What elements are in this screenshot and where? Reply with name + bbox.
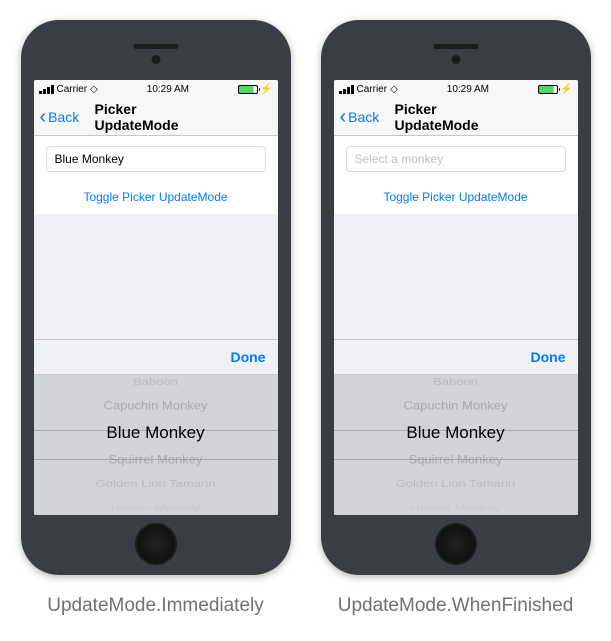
carrier-label: Carrier [357,84,388,95]
picker-item[interactable]: Squirrel Monkey [34,449,278,471]
content-area: Select a monkey Toggle Picker UpdateMode… [334,136,578,515]
picker-item[interactable]: Baboon [334,375,578,391]
screen-left: Carrier ◇ 10:29 AM ⚡ ‹ Back Picker Updat… [34,80,278,515]
carrier-label: Carrier [57,84,88,95]
picker-item[interactable]: Baboon [34,375,278,391]
signal-icon [39,85,54,94]
page-title: Picker UpdateMode [395,101,517,133]
toggle-link[interactable]: Toggle Picker UpdateMode [346,190,566,204]
status-time: 10:29 AM [147,84,189,95]
charge-icon: ⚡ [560,84,572,95]
wifi-icon: ◇ [390,84,398,95]
phone-comparison: Carrier ◇ 10:29 AM ⚡ ‹ Back Picker Updat… [21,20,591,617]
back-label: Back [48,109,79,125]
done-button[interactable]: Done [531,349,566,365]
status-time: 10:29 AM [447,84,489,95]
battery-icon [538,85,558,94]
phone-frame-left: Carrier ◇ 10:29 AM ⚡ ‹ Back Picker Updat… [21,20,291,575]
status-right: ⚡ [238,84,272,95]
status-bar: Carrier ◇ 10:29 AM ⚡ [34,80,278,98]
navigation-bar: ‹ Back Picker UpdateMode [34,98,278,136]
chevron-left-icon: ‹ [40,107,47,127]
status-bar: Carrier ◇ 10:29 AM ⚡ [334,80,578,98]
home-button[interactable] [435,523,477,565]
picker-item[interactable]: Golden Lion Tamarin [334,475,578,493]
chevron-left-icon: ‹ [340,107,347,127]
input-placeholder: Select a monkey [355,152,444,166]
status-left: Carrier ◇ [339,84,398,95]
content-area: Blue Monkey Toggle Picker UpdateMode Don… [34,136,278,515]
toggle-link[interactable]: Toggle Picker UpdateMode [46,190,266,204]
phone-right-wrapper: Carrier ◇ 10:29 AM ⚡ ‹ Back Picker Updat… [321,20,591,617]
picker-container: Done Baboon Capuchin Monkey Blue Monkey … [334,339,578,515]
charge-icon: ⚡ [260,84,272,95]
picker-items: Baboon Capuchin Monkey Blue Monkey Squir… [34,375,278,515]
picker-item[interactable]: Capuchin Monkey [334,395,578,417]
caption-left: UpdateMode.Immediately [47,595,264,617]
home-button[interactable] [135,523,177,565]
phone-left-wrapper: Carrier ◇ 10:29 AM ⚡ ‹ Back Picker Updat… [21,20,291,617]
input-value: Blue Monkey [55,152,124,166]
battery-icon [238,85,258,94]
wifi-icon: ◇ [90,84,98,95]
picker-item[interactable]: Howler Monkey [334,501,578,515]
picker-item[interactable]: Squirrel Monkey [334,449,578,471]
phone-frame-right: Carrier ◇ 10:29 AM ⚡ ‹ Back Picker Updat… [321,20,591,575]
monkey-input[interactable]: Select a monkey [346,146,566,172]
picker-item[interactable]: Golden Lion Tamarin [34,475,278,493]
form-section: Select a monkey Toggle Picker UpdateMode [334,136,578,214]
picker-item[interactable]: Capuchin Monkey [34,395,278,417]
page-title: Picker UpdateMode [95,101,217,133]
picker-container: Done Baboon Capuchin Monkey Blue Monkey … [34,339,278,515]
status-right: ⚡ [538,84,572,95]
picker-item[interactable]: Howler Monkey [34,501,278,515]
form-section: Blue Monkey Toggle Picker UpdateMode [34,136,278,214]
done-button[interactable]: Done [231,349,266,365]
status-left: Carrier ◇ [39,84,98,95]
monkey-input[interactable]: Blue Monkey [46,146,266,172]
back-button[interactable]: ‹ Back [40,107,80,127]
screen-right: Carrier ◇ 10:29 AM ⚡ ‹ Back Picker Updat… [334,80,578,515]
picker-item-selected[interactable]: Blue Monkey [334,418,578,448]
signal-icon [339,85,354,94]
input-accessory-bar: Done [334,339,578,375]
picker-items: Baboon Capuchin Monkey Blue Monkey Squir… [334,375,578,515]
back-label: Back [348,109,379,125]
caption-right: UpdateMode.WhenFinished [338,595,574,617]
picker-wheel[interactable]: Baboon Capuchin Monkey Blue Monkey Squir… [34,375,278,515]
back-button[interactable]: ‹ Back [340,107,380,127]
navigation-bar: ‹ Back Picker UpdateMode [334,98,578,136]
picker-item-selected[interactable]: Blue Monkey [34,418,278,448]
picker-wheel[interactable]: Baboon Capuchin Monkey Blue Monkey Squir… [334,375,578,515]
input-accessory-bar: Done [34,339,278,375]
